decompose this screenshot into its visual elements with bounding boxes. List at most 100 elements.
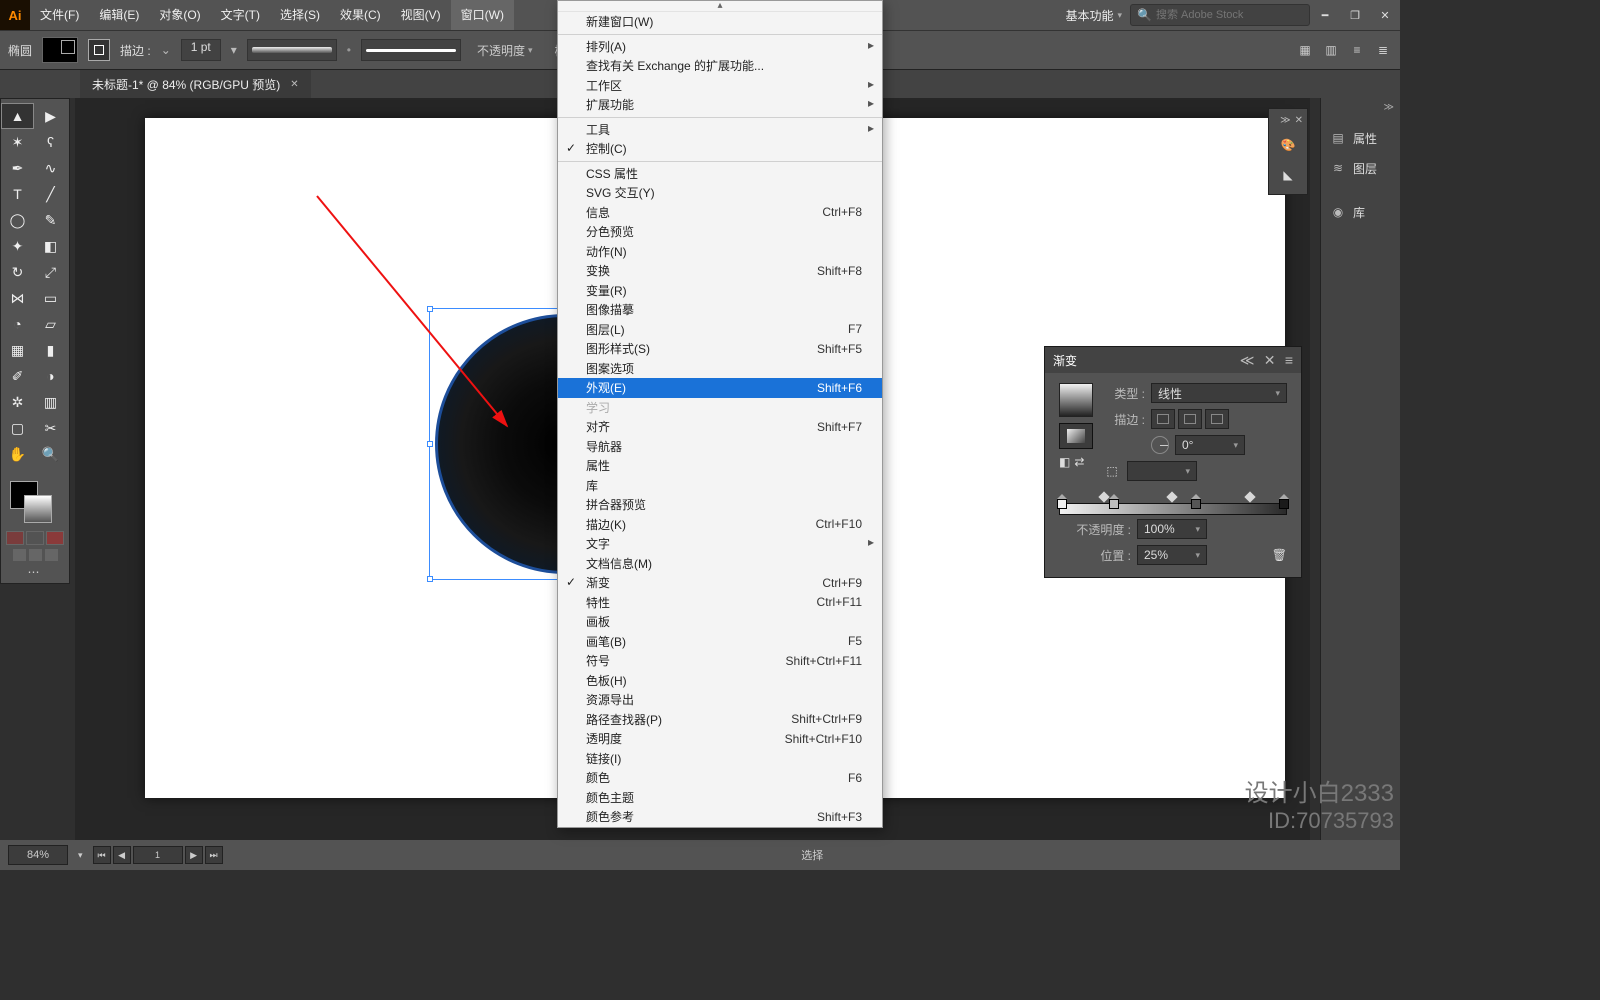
menu-item[interactable]: 排列(A) [558, 37, 882, 57]
menu-scroll-up-icon[interactable]: ▴ [558, 1, 882, 12]
rotate-tool[interactable]: ↻ [1, 259, 34, 285]
menu-file[interactable]: 文件(F) [30, 0, 89, 30]
menu-item[interactable]: 工作区 [558, 76, 882, 96]
selection-tool[interactable]: ▲ [1, 103, 34, 129]
gradient-slider[interactable] [1059, 495, 1287, 513]
eyedropper-tool[interactable]: ✐ [1, 363, 34, 389]
free-transform-tool[interactable]: ▭ [34, 285, 67, 311]
zoom-dropdown-icon[interactable]: ▾ [78, 850, 83, 861]
window-maximize[interactable]: ❐ [1340, 0, 1370, 30]
stepper-down-icon[interactable]: ⌄ [161, 43, 171, 57]
menu-item[interactable]: 颜色参考Shift+F3 [558, 807, 882, 827]
menu-item[interactable]: 资源导出 [558, 690, 882, 710]
menu-item[interactable]: 符号Shift+Ctrl+F11 [558, 651, 882, 671]
menu-item[interactable]: 颜色F6 [558, 768, 882, 788]
menu-item[interactable]: 画板 [558, 612, 882, 632]
lasso-tool[interactable]: ʕ [34, 129, 67, 155]
zoom-level[interactable]: 84% [8, 845, 68, 865]
artboard-tool[interactable]: ▢ [1, 415, 34, 441]
menu-item[interactable]: 特性Ctrl+F11 [558, 593, 882, 613]
color-guide-icon[interactable]: ◣ [1274, 164, 1302, 186]
stroke-dropdown-icon[interactable]: ▾ [231, 43, 237, 57]
menu-item[interactable]: SVG 交互(Y) [558, 183, 882, 203]
menu-effect[interactable]: 效果(C) [330, 0, 391, 30]
menu-item[interactable]: 新建窗口(W) [558, 12, 882, 32]
paintbrush-tool[interactable]: ✎ [34, 207, 67, 233]
menu-item[interactable]: 变换Shift+F8 [558, 261, 882, 281]
menu-text[interactable]: 文字(T) [211, 0, 270, 30]
menu-item[interactable]: 文档信息(M) [558, 554, 882, 574]
menu-item[interactable]: 查找有关 Exchange 的扩展功能... [558, 56, 882, 76]
window-close[interactable]: ✕ [1370, 0, 1400, 30]
window-minimize[interactable]: ━ [1310, 0, 1340, 30]
scale-tool[interactable]: ⤢ [34, 259, 67, 285]
variable-width-profile[interactable] [247, 39, 337, 61]
perspective-tool[interactable]: ▱ [34, 311, 67, 337]
menu-item[interactable]: 工具 [558, 120, 882, 140]
width-tool[interactable]: ⋈ [1, 285, 34, 311]
panel-collapse-icon[interactable]: ≪ [1240, 352, 1255, 368]
menu-window[interactable]: 窗口(W) [451, 0, 514, 30]
menu-item[interactable]: 控制(C) [558, 139, 882, 159]
menu-item[interactable]: 图像描摹 [558, 300, 882, 320]
shaper-tool[interactable]: ✦ [1, 233, 34, 259]
gradient-aspect-input[interactable] [1127, 461, 1197, 481]
reverse-gradient-icon[interactable]: ⇄ [1074, 455, 1084, 469]
menu-item[interactable]: CSS 属性 [558, 164, 882, 184]
close-tab-icon[interactable]: ✕ [290, 79, 298, 90]
menu-item[interactable]: 文字 [558, 534, 882, 554]
screen-mode-button[interactable]: ⋯ [1, 565, 69, 579]
fill-stroke-swatch[interactable] [2, 477, 68, 527]
color-palette-icon[interactable]: 🎨 [1274, 134, 1302, 156]
menu-item[interactable]: 导航器 [558, 437, 882, 457]
opacity-dropdown[interactable]: 不透明度 [471, 42, 539, 59]
close-icon[interactable]: ✕ [1295, 115, 1303, 126]
gradient-tool-icon[interactable]: ◧ [1059, 455, 1070, 469]
dock-layers-button[interactable]: ≋图层 [1321, 153, 1400, 183]
slice-tool[interactable]: ✂ [34, 415, 67, 441]
stroke-width-input[interactable]: 1 pt [181, 39, 221, 61]
graph-tool[interactable]: ▥ [34, 389, 67, 415]
menu-item[interactable]: 路径查找器(P)Shift+Ctrl+F9 [558, 710, 882, 730]
artboard-nav[interactable]: ⏮◀1▶⏭ [93, 846, 223, 864]
stock-search[interactable]: 🔍 [1130, 4, 1310, 26]
brush-definition[interactable] [361, 39, 461, 61]
pen-tool[interactable]: ✒ [1, 155, 34, 181]
zoom-tool[interactable]: 🔍 [34, 441, 67, 467]
dock-collapse-icon[interactable]: ≫ [1321, 98, 1400, 117]
dock-libraries-button[interactable]: ◉库 [1321, 197, 1400, 227]
draw-mode-buttons[interactable] [1, 549, 69, 561]
menu-item[interactable]: 透明度Shift+Ctrl+F10 [558, 729, 882, 749]
eraser-tool[interactable]: ◧ [34, 233, 67, 259]
menu-item[interactable]: 分色预览 [558, 222, 882, 242]
mesh-tool[interactable]: ▦ [1, 337, 34, 363]
menu-item[interactable]: 动作(N) [558, 242, 882, 262]
menu-item[interactable]: 库 [558, 476, 882, 496]
panel-close-icon[interactable]: ✕ [1264, 352, 1276, 368]
direct-selection-tool[interactable]: ▶ [34, 103, 67, 129]
collapse-icon[interactable]: ≫ [1280, 115, 1290, 126]
menu-item[interactable]: 变量(R) [558, 281, 882, 301]
gradient-position-input[interactable]: 25% [1137, 545, 1207, 565]
magic-wand-tool[interactable]: ✶ [1, 129, 34, 155]
menu-view[interactable]: 视图(V) [391, 0, 451, 30]
panel-menu-icon[interactable]: ≡ [1285, 352, 1293, 368]
gradient-preview[interactable] [1059, 383, 1093, 417]
menu-item[interactable]: 扩展功能 [558, 95, 882, 115]
gradient-type-dropdown[interactable]: 线性 [1151, 383, 1287, 403]
gradient-stroke-preview[interactable] [1059, 423, 1093, 449]
color-mode-buttons[interactable] [1, 531, 69, 545]
list-icon[interactable]: ≣ [1374, 41, 1392, 59]
dock-properties-button[interactable]: ▤属性 [1321, 123, 1400, 153]
menu-item[interactable]: 图形样式(S)Shift+F5 [558, 339, 882, 359]
align-panel-icon[interactable]: ≡ [1348, 41, 1366, 59]
menu-item[interactable]: 拼合器预览 [558, 495, 882, 515]
delete-stop-icon[interactable]: 🗑 [1272, 548, 1287, 562]
workspace-switcher[interactable]: 基本功能 [1057, 0, 1130, 30]
stroke-swatch[interactable] [88, 39, 110, 61]
layout-icon[interactable]: ▥ [1322, 41, 1340, 59]
menu-item[interactable]: 对齐Shift+F7 [558, 417, 882, 437]
menu-item[interactable]: 图层(L)F7 [558, 320, 882, 340]
shape-builder-tool[interactable]: ◔ [1, 311, 34, 337]
ellipse-tool[interactable]: ◯ [1, 207, 34, 233]
